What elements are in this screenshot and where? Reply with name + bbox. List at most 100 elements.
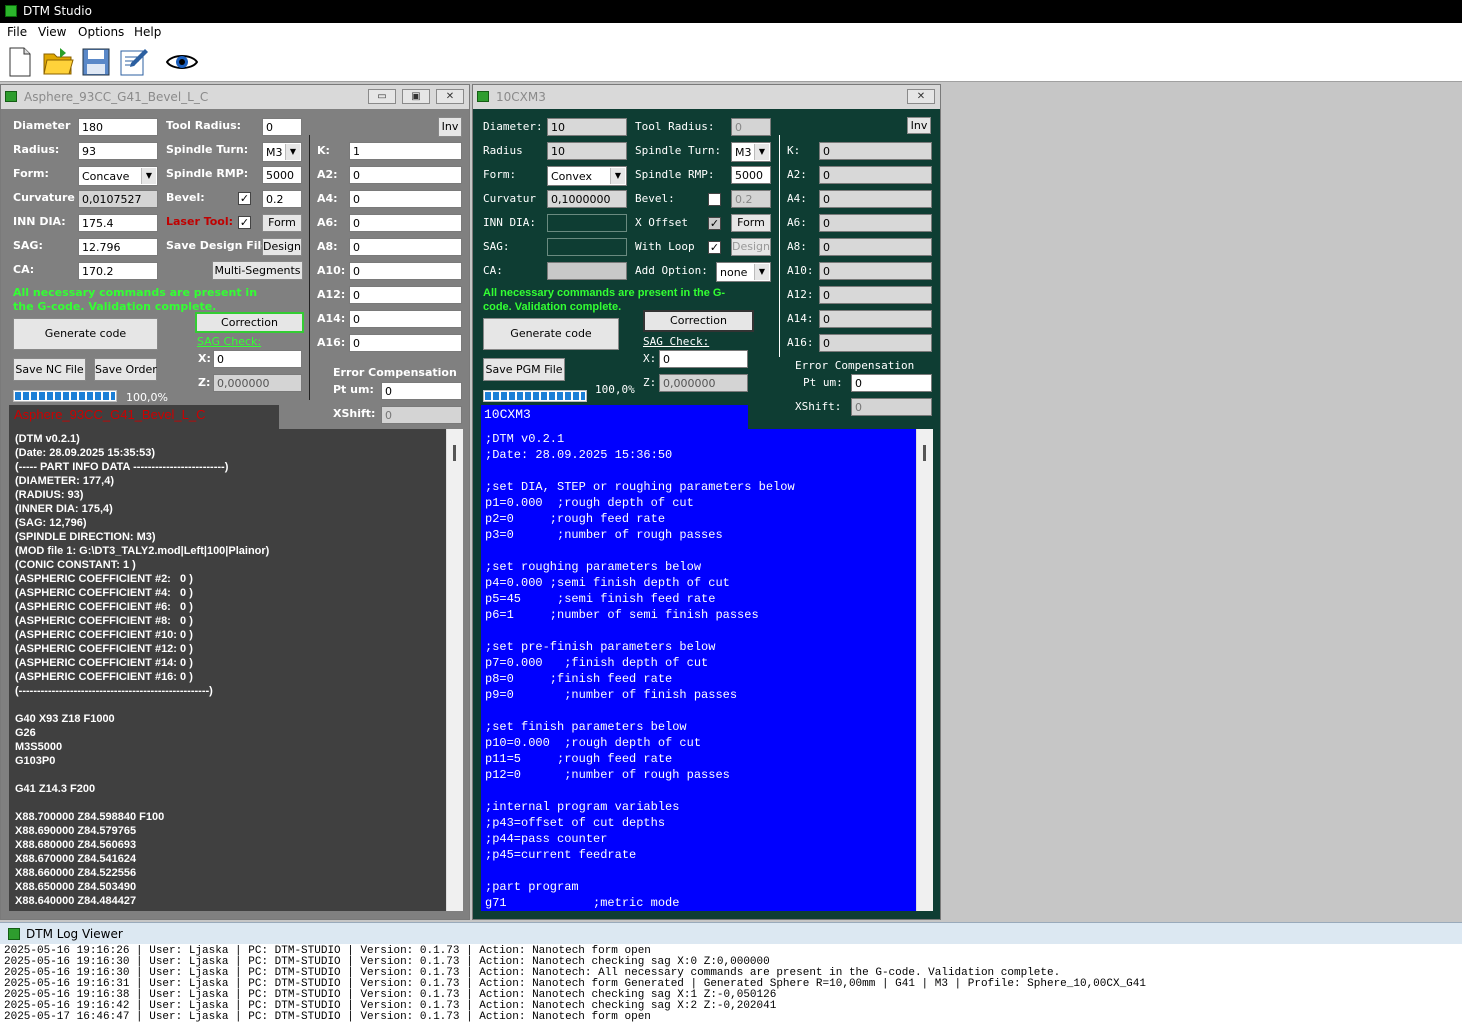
laser-tool-checkbox[interactable]: ✓ [238,216,251,229]
ca-input[interactable] [547,262,627,280]
a10-input[interactable]: 0 [349,262,462,280]
a16-input[interactable]: 0 [349,334,462,352]
a2-input[interactable]: 0 [819,166,932,184]
design-button[interactable]: Design [731,238,771,256]
close-icon[interactable]: ✕ [436,89,464,104]
divider [779,135,780,357]
code-line: (MOD file 1: G:\DT3_TALY2.mod|Left|100|P… [15,545,270,557]
form-button[interactable]: Form [731,214,771,232]
form-button[interactable]: Form [262,214,302,232]
a14-input[interactable]: 0 [349,310,462,328]
chevron-down-icon: ▼ [141,168,156,184]
generate-code-button[interactable]: Generate code [483,318,619,350]
x-offset-checkbox[interactable]: ✓ [708,217,721,230]
with-loop-label: With Loop [635,240,695,253]
design-button[interactable]: Design [262,238,302,256]
save-order-button[interactable]: Save Order [94,358,157,381]
correction-button[interactable]: Correction [195,312,304,333]
scrollbar[interactable] [446,429,463,911]
radius-input[interactable]: 10 [547,142,627,160]
a4-input[interactable]: 0 [349,190,462,208]
a10-label: A10: [317,264,346,277]
code-line: p6=1 ;number of semi finish passes [485,608,759,622]
minimize-icon[interactable]: ▭ [368,89,396,104]
bevel-input[interactable]: 0.2 [262,190,302,208]
diameter-input[interactable]: 180 [78,118,158,136]
radius-input[interactable]: 93 [78,142,158,160]
scrollbar-thumb[interactable] [923,445,926,461]
spindle-turn-select[interactable]: M3 ▼ [262,142,302,162]
pt-um-input[interactable]: 0 [851,374,932,392]
a6-input[interactable]: 0 [349,214,462,232]
tool-radius-input[interactable]: 0 [262,118,302,136]
divider [309,135,310,400]
xshift-input: 0 [851,398,932,416]
a8-input[interactable]: 0 [349,238,462,256]
sag-input[interactable] [547,238,627,256]
chevron-down-icon: ▼ [754,264,769,280]
code-line: (ASPHERIC COEFFICIENT #6: 0 ) [15,601,193,613]
inv-button[interactable]: Inv [907,117,931,134]
code-line: ;set finish parameters below [485,720,687,734]
code-line: M3S5000 [15,741,63,753]
code-line: G41 Z14.3 F200 [15,783,96,795]
a8-input[interactable]: 0 [819,238,932,256]
pt-um-label: Pt um: [333,383,374,396]
menu-help[interactable]: Help [134,25,161,39]
ca-input[interactable]: 170.2 [78,262,158,280]
with-loop-checkbox[interactable]: ✓ [708,241,721,254]
open-folder-icon[interactable] [42,46,74,78]
menu-options[interactable]: Options [78,25,124,39]
sag-x-input[interactable]: 0 [213,350,302,368]
menu-file[interactable]: File [7,25,27,39]
diameter-input[interactable]: 10 [547,118,627,136]
menu-view[interactable]: View [38,25,66,39]
code-line: ;p43=offset of cut depths [485,816,666,830]
a4-input[interactable]: 0 [819,190,932,208]
a12-input[interactable]: 0 [349,286,462,304]
k-input[interactable]: 0 [819,142,932,160]
code-line: G103P0 [15,755,56,767]
a2-input[interactable]: 0 [349,166,462,184]
new-file-icon[interactable] [4,46,36,78]
generate-code-button[interactable]: Generate code [13,318,158,350]
a6-input[interactable]: 0 [819,214,932,232]
spindle-turn-select[interactable]: M3 ▼ [731,142,771,162]
inn-dia-input[interactable] [547,214,627,232]
save-pgm-file-button[interactable]: Save PGM File [483,358,565,381]
a16-input[interactable]: 0 [819,334,932,352]
code-line: X88.670000 Z84.541624 [15,853,137,865]
eye-icon[interactable] [166,46,198,78]
pgm-editor[interactable]: ;DTM v0.2.1 ;Date: 28.09.2025 15:36:50 ;s… [481,429,916,911]
a6-label: A6: [317,216,338,229]
correction-button[interactable]: Correction [643,310,754,332]
form-select[interactable]: Concave ▼ [78,166,158,186]
add-option-select[interactable]: none ▼ [716,262,771,282]
edit-document-icon[interactable] [118,46,150,78]
sag-input[interactable]: 12.796 [78,238,158,256]
save-nc-file-button[interactable]: Save NC File [13,358,86,381]
a14-input[interactable]: 0 [819,310,932,328]
inn-dia-input[interactable]: 175.4 [78,214,158,232]
a12-input[interactable]: 0 [819,286,932,304]
save-disk-icon[interactable] [80,46,112,78]
sag-x-input[interactable]: 0 [659,350,748,368]
a12-label: A12: [787,288,814,301]
log-list[interactable]: 2025-05-16 19:16:26 | User: Ljaska | PC:… [4,946,1146,1023]
maximize-icon[interactable]: ▣ [402,89,430,104]
multi-segments-button[interactable]: Multi-Segments [212,261,303,280]
bevel-checkbox[interactable]: ✓ [238,192,251,205]
pt-um-input[interactable]: 0 [381,382,462,400]
k-input[interactable]: 1 [349,142,462,160]
inv-button[interactable]: Inv [438,117,462,137]
close-icon[interactable]: ✕ [907,89,935,104]
spindle-rmp-input[interactable]: 5000 [262,166,302,184]
scrollbar-thumb[interactable] [453,445,456,461]
form-select[interactable]: Convex ▼ [547,166,627,186]
scrollbar[interactable] [916,429,933,911]
gcode-editor[interactable]: (DTM v0.2.1) (Date: 28.09.2025 15:35:53) (… [9,429,446,911]
bevel-checkbox[interactable] [708,193,721,206]
a10-input[interactable]: 0 [819,262,932,280]
spindle-rmp-input[interactable]: 5000 [731,166,771,184]
